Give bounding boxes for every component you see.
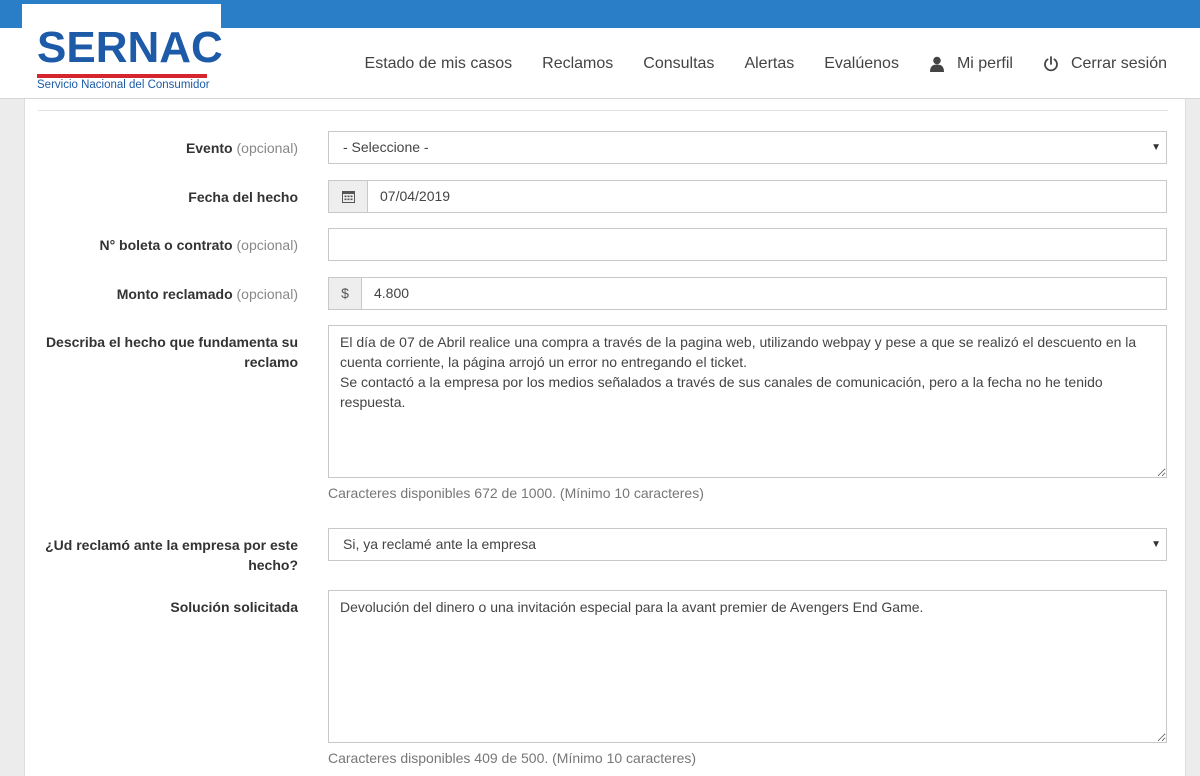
user-icon: [929, 56, 944, 72]
nav-label: Alertas: [744, 54, 795, 72]
monto-value: 4.800: [374, 285, 410, 301]
evento-label: Evento (opcional): [186, 138, 298, 158]
optional-tag: (opcional): [236, 140, 298, 156]
monto-label-text: Monto reclamado: [116, 286, 233, 302]
nav-reclamos[interactable]: Reclamos: [542, 55, 613, 73]
currency-addon: $: [329, 278, 362, 309]
descripcion-textarea[interactable]: El día de 07 de Abril realice una compra…: [328, 325, 1167, 478]
reclamo-empresa-selected-value: Si, ya reclamé ante la empresa: [343, 536, 536, 552]
caret-down-icon: ▼: [1151, 539, 1161, 550]
evento-label-text: Evento: [185, 140, 233, 156]
fecha-value: 07/04/2019: [380, 188, 451, 204]
fecha-label: Fecha del hecho: [188, 187, 298, 207]
solucion-label-text: Solución solicitada: [170, 599, 298, 615]
sernac-logo[interactable]: SERNAC Servicio Nacional del Consumidor: [22, 4, 223, 98]
nav-consultas[interactable]: Consultas: [643, 55, 714, 73]
logo-wordmark: SERNAC: [37, 23, 223, 72]
evento-selected-value: - Seleccione -: [343, 139, 429, 155]
nav-label: Reclamos: [542, 54, 614, 72]
nav-label: Estado de mis casos: [364, 54, 513, 72]
monto-label: Monto reclamado (opcional): [117, 284, 298, 304]
nav-label: Cerrar sesión: [1070, 54, 1167, 72]
calendar-button[interactable]: [329, 181, 368, 212]
optional-tag: (opcional): [236, 286, 298, 302]
descripcion-char-counter: Caracteres disponibles 672 de 1000. (Mín…: [328, 485, 704, 501]
solucion-textarea[interactable]: Devolución del dinero o una invitación e…: [328, 590, 1167, 743]
reclamo-empresa-label: ¿Ud reclamó ante la empresa por este hec…: [28, 535, 298, 575]
nav-evaluenos[interactable]: Evalúenos: [824, 55, 899, 73]
descripcion-label: Describa el hecho que fundamenta su recl…: [28, 332, 298, 372]
monto-input[interactable]: $ 4.800: [328, 277, 1167, 310]
nav-alertas[interactable]: Alertas: [744, 55, 794, 73]
calendar-icon: [341, 191, 355, 203]
nav-label: Mi perfil: [956, 54, 1013, 72]
main-nav: Estado de mis casos Reclamos Consultas A…: [335, 28, 1167, 99]
solucion-char-counter: Caracteres disponibles 409 de 500. (Míni…: [328, 750, 697, 766]
power-icon: [1044, 55, 1058, 71]
boleta-input[interactable]: [328, 228, 1167, 261]
solucion-label: Solución solicitada: [170, 597, 298, 617]
reclamo-empresa-label-text: ¿Ud reclamó ante la empresa por este hec…: [45, 537, 298, 573]
boleta-label-text: N° boleta o contrato: [99, 237, 233, 253]
optional-tag: (opcional): [236, 237, 298, 253]
evento-select[interactable]: - Seleccione - ▼: [328, 131, 1167, 164]
site-header: SERNAC Servicio Nacional del Consumidor …: [0, 4, 1200, 99]
logo-subtitle: Servicio Nacional del Consumidor: [37, 79, 210, 91]
caret-down-icon: ▼: [1151, 142, 1161, 153]
nav-cerrar-sesion[interactable]: Cerrar sesión: [1043, 55, 1167, 73]
fecha-label-text: Fecha del hecho: [188, 189, 298, 205]
nav-label: Evalúenos: [824, 54, 899, 72]
nav-estado-casos[interactable]: Estado de mis casos: [365, 55, 513, 73]
logo-red-bar: [37, 74, 207, 78]
fecha-input[interactable]: 07/04/2019: [328, 180, 1167, 213]
boleta-label: N° boleta o contrato (opcional): [99, 235, 298, 255]
reclamo-empresa-select[interactable]: Si, ya reclamé ante la empresa ▼: [328, 528, 1167, 561]
nav-mi-perfil[interactable]: Mi perfil: [929, 55, 1013, 73]
nav-label: Consultas: [643, 54, 715, 72]
descripcion-label-text: Describa el hecho que fundamenta su recl…: [45, 334, 298, 370]
section-divider: [38, 110, 1168, 111]
